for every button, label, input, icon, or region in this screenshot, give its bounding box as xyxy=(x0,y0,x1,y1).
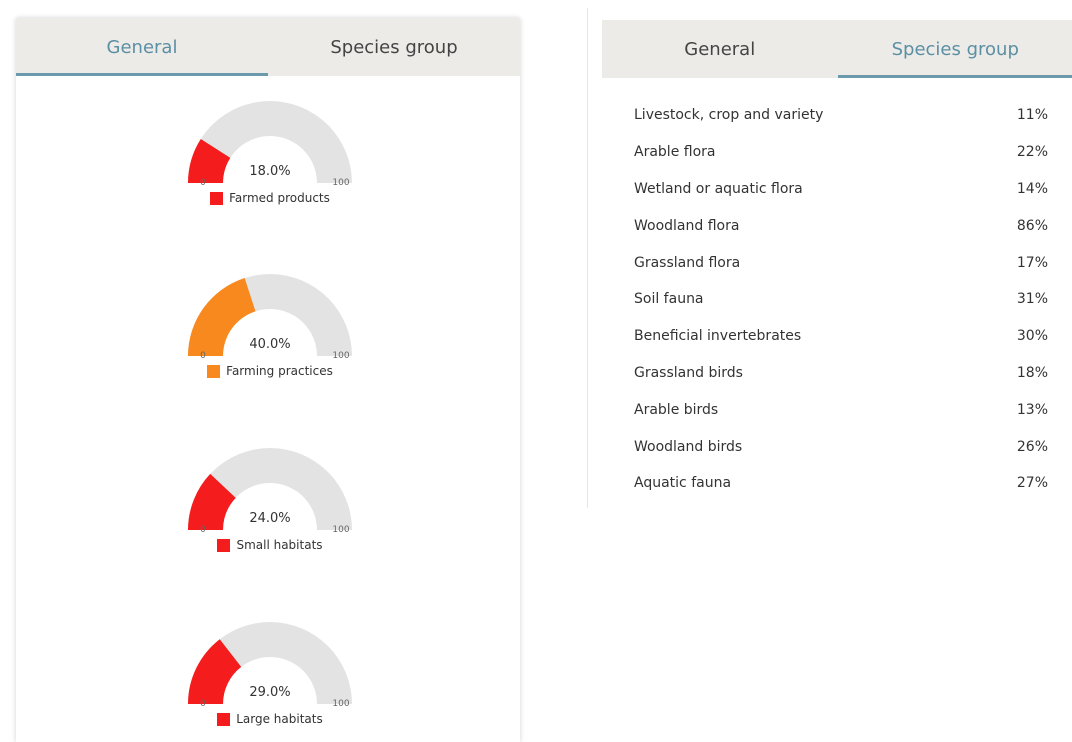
gauge-max-label: 100 xyxy=(332,351,349,361)
species-name: Arable birds xyxy=(634,401,719,418)
species-name: Beneficial invertebrates xyxy=(634,328,802,345)
gauge-chart: 24.0% 0 100 xyxy=(188,448,352,535)
species-value: 17% xyxy=(1016,254,1048,271)
species-value: 27% xyxy=(1016,475,1048,492)
species-name: Grassland flora xyxy=(634,254,741,271)
legend-swatch xyxy=(217,712,231,726)
gauge-farming-practices: 40.0% 0 100 Farming practices xyxy=(180,269,360,387)
list-item: Wetland or aquatic flora 14% xyxy=(634,171,1056,208)
legend-swatch xyxy=(217,538,231,552)
species-list: Livestock, crop and variety 11% Arable fl… xyxy=(634,97,1056,502)
gauge-min-label: 0 xyxy=(200,351,206,361)
gauge-chart: 29.0% 0 100 xyxy=(188,622,352,709)
gauge-small-habitats: 24.0% 0 100 Small habitats xyxy=(180,443,360,561)
list-item: Soil fauna 31% xyxy=(634,281,1056,318)
list-item: Grassland birds 18% xyxy=(634,355,1056,392)
list-item: Livestock, crop and variety 11% xyxy=(634,97,1056,134)
general-panel: General Species group 18.0% 0 100 Farmed… xyxy=(16,18,520,742)
tab-species-group[interactable]: Species group xyxy=(837,20,1072,78)
list-item: Arable birds 13% xyxy=(634,391,1056,428)
species-name: Woodland flora xyxy=(634,217,740,234)
species-value: 26% xyxy=(1016,438,1048,455)
species-name: Grassland birds xyxy=(634,364,743,381)
species-name: Wetland or aquatic flora xyxy=(634,180,803,197)
species-name: Livestock, crop and variety xyxy=(634,107,824,124)
species-value: 14% xyxy=(1016,180,1048,197)
legend-label: Farmed products xyxy=(229,191,330,205)
list-item: Aquatic fauna 27% xyxy=(634,465,1056,502)
gauge-value: 18.0% xyxy=(249,164,290,179)
species-name: Arable flora xyxy=(634,144,716,161)
species-group-panel: General Species group Livestock, crop an… xyxy=(587,8,1072,508)
gauge-value: 40.0% xyxy=(249,337,290,352)
gauge-min-label: 0 xyxy=(200,178,206,188)
legend-label: Large habitats xyxy=(236,712,323,726)
list-item: Woodland flora 86% xyxy=(634,207,1056,244)
gauge-max-label: 100 xyxy=(332,178,349,188)
list-item: Grassland flora 17% xyxy=(634,244,1056,281)
tab-general[interactable]: General xyxy=(16,18,268,76)
left-tab-bar: General Species group xyxy=(16,18,520,76)
species-value: 13% xyxy=(1016,401,1048,418)
species-value: 18% xyxy=(1016,364,1048,381)
gauge-legend: Farming practices xyxy=(180,364,360,378)
gauge-legend: Small habitats xyxy=(180,538,360,552)
species-value: 30% xyxy=(1016,328,1048,345)
tab-species-group[interactable]: Species group xyxy=(268,18,520,76)
species-value: 31% xyxy=(1016,291,1048,308)
species-name: Woodland birds xyxy=(634,438,743,455)
species-name: Aquatic fauna xyxy=(634,475,732,492)
gauge-large-habitats: 29.0% 0 100 Large habitats xyxy=(180,617,360,735)
gauge-chart: 18.0% 0 100 xyxy=(188,101,352,188)
gauge-value: 24.0% xyxy=(249,511,290,526)
legend-swatch xyxy=(210,191,224,205)
gauge-value: 29.0% xyxy=(249,685,290,700)
gauge-legend: Farmed products xyxy=(180,191,360,205)
gauge-max-label: 100 xyxy=(332,699,349,709)
species-value: 11% xyxy=(1016,107,1048,124)
gauge-max-label: 100 xyxy=(332,525,349,535)
species-value: 22% xyxy=(1016,144,1048,161)
species-value: 86% xyxy=(1016,217,1048,234)
gauge-legend: Large habitats xyxy=(180,712,360,726)
legend-swatch xyxy=(207,364,221,378)
tab-general[interactable]: General xyxy=(602,20,838,78)
gauge-farmed-products: 18.0% 0 100 Farmed products xyxy=(180,96,360,214)
gauge-min-label: 0 xyxy=(200,699,206,709)
gauge-fill xyxy=(188,278,256,356)
gauge-min-label: 0 xyxy=(200,525,206,535)
legend-label: Farming practices xyxy=(226,364,333,378)
list-item: Beneficial invertebrates 30% xyxy=(634,318,1056,355)
right-tab-bar: General Species group xyxy=(602,20,1072,78)
list-item: Arable flora 22% xyxy=(634,134,1056,171)
gauge-chart: 40.0% 0 100 xyxy=(188,274,352,361)
legend-label: Small habitats xyxy=(236,538,323,552)
list-item: Woodland birds 26% xyxy=(634,428,1056,465)
species-name: Soil fauna xyxy=(634,291,704,308)
